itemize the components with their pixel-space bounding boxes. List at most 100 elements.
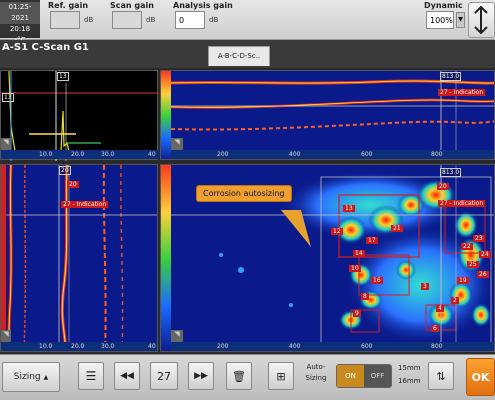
sizing-menu-button[interactable]: Sizing ▲ [2, 362, 60, 392]
list-icon: ☰ [85, 369, 97, 383]
indication-number: 10 [349, 265, 361, 272]
axis-tick: 200 [217, 151, 229, 158]
bscan-top-panel[interactable]: 813.0 27 - Indication 200 400 600 800 ◥ [160, 70, 495, 160]
axis-tick: 800 [431, 151, 443, 158]
bscan-side-panel[interactable]: 20 27 - Indication 20 10.0 20.0 30.0 40 … [0, 164, 158, 352]
size-value-1: 15mm [398, 364, 421, 372]
axis-tick: 800 [431, 343, 443, 350]
dynamic-label: Dynamic [424, 1, 463, 10]
gate-marker: 813.0 [440, 168, 462, 177]
delete-button[interactable]: 🗑 [226, 362, 252, 390]
indication-number: 23 [473, 235, 485, 242]
sizing-label: Sizing [13, 372, 41, 382]
cscan-panel[interactable]: Corrosion autosizing 813.0 20 27 - Indic… [160, 164, 495, 352]
indication-number: 8 [361, 293, 369, 300]
gate-marker: 813.0 [440, 72, 462, 81]
indication-number: 3 [421, 283, 429, 290]
collapse-icon[interactable]: ◥ [171, 138, 183, 150]
indication-number: 9 [353, 310, 361, 317]
scan-gain-input[interactable] [112, 11, 142, 29]
logo [468, 2, 495, 38]
indication-number: 17 [366, 237, 378, 244]
axis-tick: 40 [148, 151, 156, 158]
ref-gain-input[interactable] [50, 11, 80, 29]
scan-gain-unit: dB [146, 16, 156, 24]
date: 01:25-2021 [0, 2, 40, 24]
time: 20:18 [9, 25, 31, 33]
callout-annotation: Corrosion autosizing [196, 185, 292, 202]
axis-tick: 10.0 [39, 151, 53, 158]
tab-view-layout[interactable]: A-B-C-D-Sc.. [208, 46, 270, 66]
axis-tick: 200 [217, 343, 229, 350]
indication-index[interactable]: 27 [150, 362, 178, 390]
dynamic-select[interactable]: 100% [426, 11, 454, 29]
axis-tick: 400 [289, 151, 301, 158]
skip-forward-icon: ▶▶ [194, 371, 208, 381]
indication-label: 27 - Indication [61, 201, 109, 208]
indication-number: 13 [343, 205, 355, 212]
sliders-icon: ⇅ [436, 369, 446, 383]
collapse-icon[interactable]: ◥ [1, 138, 11, 150]
axis-tick: 40 [148, 343, 156, 350]
first-indication-button[interactable]: ◀◀ [114, 362, 140, 390]
axis-tick: 600 [361, 151, 373, 158]
axis-tick: 600 [361, 343, 373, 350]
auto-sizing-label: Auto- Sizing [305, 363, 327, 382]
indication-number: 2 [451, 297, 459, 304]
gate-marker: 20 [59, 166, 71, 175]
ref-gain-label: Ref. gain [48, 1, 89, 10]
axis-tick: 30.0 [101, 151, 115, 158]
color-scale-bar [161, 71, 171, 159]
analysis-gain-unit: dB [209, 16, 219, 24]
gate-marker: 13 [2, 93, 14, 102]
toggle-off[interactable]: OFF [364, 365, 391, 387]
chevron-up-icon: ▲ [43, 373, 49, 381]
ascan-panel[interactable]: 13 13 10.0 20.0 30.0 40 ◥ [0, 70, 159, 161]
toggle-on[interactable]: ON [337, 365, 364, 387]
axis-tick: 20.0 [71, 151, 85, 158]
analysis-gain-input[interactable]: 0 [175, 11, 205, 29]
chevron-down-icon[interactable]: ▼ [456, 12, 465, 28]
indication-number: 22 [461, 243, 473, 250]
axis-tick: 10.0 [39, 343, 53, 350]
indication-number: 14 [353, 250, 365, 257]
indication-number: 16 [371, 277, 383, 284]
axis-tick: 30.0 [101, 343, 115, 350]
status-clock: 01:25-2021 20:18 -°C [0, 0, 40, 44]
analysis-gain-label: Analysis gain [173, 1, 233, 10]
axis-tick: 20.0 [71, 343, 85, 350]
ok-button[interactable]: OK [466, 358, 495, 396]
trash-icon: 🗑 [232, 369, 246, 383]
auto-sizing-toggle[interactable]: ON OFF [336, 364, 392, 388]
bscan-top-axis: 200 400 600 800 [171, 150, 494, 159]
indication-number: 26 [477, 271, 489, 278]
add-region-button[interactable]: ⊞ [268, 362, 294, 390]
axis-tick: 400 [289, 343, 301, 350]
color-scale-bar [161, 165, 171, 351]
bscan-side-axis: 10.0 20.0 30.0 40 [1, 342, 157, 351]
page-title: A-S1 C-Scan G1 [2, 42, 89, 53]
ref-gain-unit: dB [84, 16, 94, 24]
indication-number: 20 [437, 183, 449, 190]
indication-label: 27 - Indication [438, 200, 486, 207]
indication-number: 25 [467, 261, 479, 268]
gate-marker: 13 [57, 72, 69, 81]
scan-gain-label: Scan gain [110, 1, 154, 10]
skip-back-icon: ◀◀ [120, 371, 134, 381]
indication-number: 19 [457, 277, 469, 284]
collapse-icon[interactable]: ◥ [171, 330, 183, 342]
collapse-icon[interactable]: ◥ [1, 330, 11, 342]
last-indication-button[interactable]: ▶▶ [188, 362, 214, 390]
list-view-button[interactable]: ☰ [78, 362, 104, 390]
indication-number: 12 [331, 228, 343, 235]
indication-number: 6 [431, 325, 439, 332]
indication-number: 21 [391, 225, 403, 232]
indication-number: 4 [436, 305, 444, 312]
ascan-axis: 10.0 20.0 30.0 40 [1, 150, 159, 159]
add-box-icon: ⊞ [276, 369, 286, 383]
indication-label: 27 - Indication [438, 89, 486, 96]
cscan-axis: 200 400 600 800 [171, 342, 494, 351]
indication-number: 24 [479, 251, 491, 258]
sizing-settings-button[interactable]: ⇅ [428, 362, 454, 390]
indication-number: 20 [67, 181, 79, 188]
